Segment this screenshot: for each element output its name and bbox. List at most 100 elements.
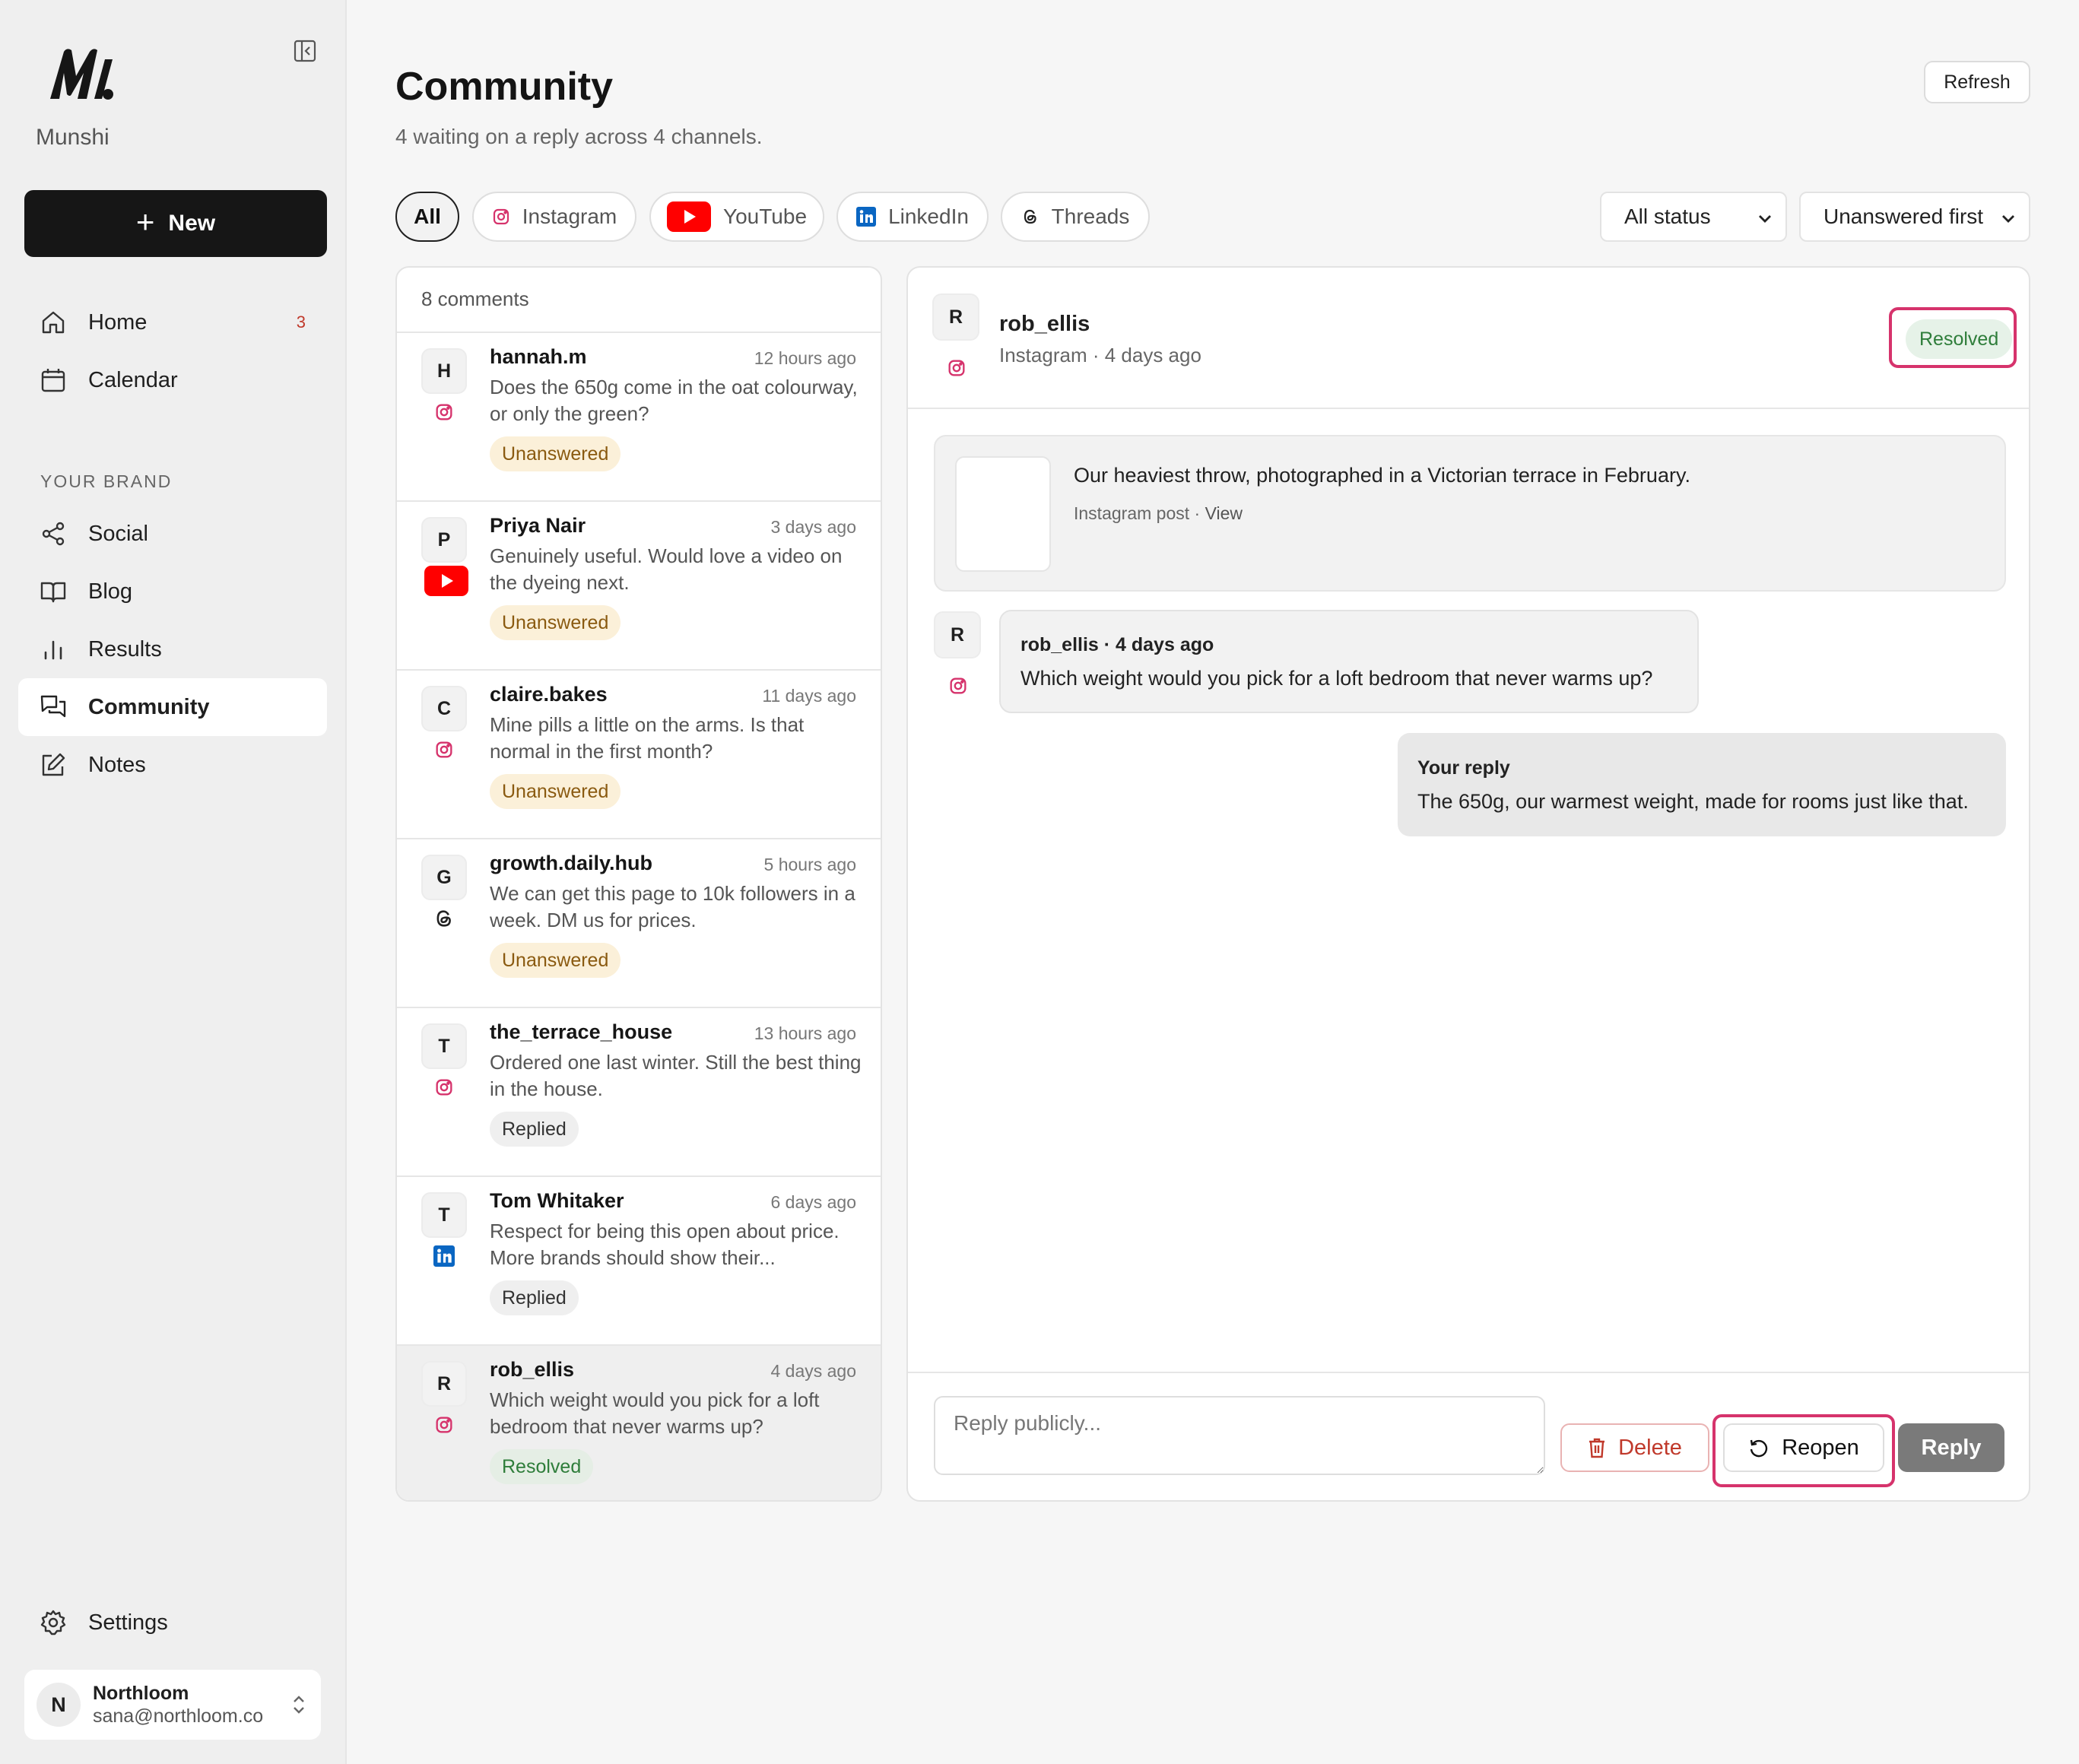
comment-text: Respect for being this open about price.… — [490, 1220, 840, 1269]
list-item[interactable]: G growth.daily.hub 5 hours ago We can ge… — [397, 839, 881, 1008]
comment-author: rob_ellis — [490, 1358, 575, 1381]
post-source: Instagram post · — [1074, 503, 1205, 523]
comment-time: 12 hours ago — [754, 348, 856, 368]
reply-input[interactable] — [934, 1396, 1545, 1475]
list-item[interactable]: T the_terrace_house 13 hours ago Ordered… — [397, 1008, 881, 1177]
comment-list: 8 comments H hannah.m 12 hours ago Does … — [395, 266, 882, 1502]
status-badge: Replied — [490, 1280, 579, 1315]
comment-author: hannah.m — [490, 345, 587, 368]
sidebar-item-blog[interactable]: Blog — [18, 563, 327, 620]
sort-select-value: Unanswered first — [1823, 205, 1984, 228]
sidebar-item-label: Community — [88, 694, 210, 719]
linkedin-icon — [856, 207, 877, 227]
sidebar-item-label: Settings — [88, 1610, 168, 1635]
filter-threads[interactable]: Threads — [1001, 192, 1150, 242]
refresh-button[interactable]: Refresh — [1924, 61, 2030, 103]
post-view-link[interactable]: View — [1205, 503, 1243, 523]
filter-label: Instagram — [522, 205, 617, 228]
sidebar: Munshi + New Home 3 Calendar YOUR BRAND … — [0, 0, 347, 1764]
page-subtitle: 4 waiting on a reply across 4 channels. — [395, 125, 763, 148]
comment-time: 6 days ago — [770, 1192, 856, 1212]
chat-icon — [40, 695, 66, 718]
detail-header: R rob_ellis Instagram · 4 days ago Resol… — [908, 268, 2029, 409]
reply-button[interactable]: Reply — [1898, 1423, 2004, 1472]
sidebar-item-calendar[interactable]: Calendar — [18, 351, 327, 409]
sidebar-item-social[interactable]: Social — [18, 505, 327, 563]
sidebar-item-notes[interactable]: Notes — [18, 736, 327, 794]
status-badge: Unanswered — [490, 943, 621, 978]
sidebar-item-community[interactable]: Community — [18, 678, 327, 736]
post-caption: Our heaviest throw, photographed in a Vi… — [1074, 464, 1690, 487]
account-switcher[interactable]: N Northloom sana@northloom.co — [24, 1670, 321, 1740]
list-item-selected[interactable]: R rob_ellis 4 days ago Which weight woul… — [397, 1346, 881, 1500]
sort-select[interactable]: Unanswered first — [1799, 192, 2030, 242]
gear-icon — [40, 1610, 66, 1636]
avatar: T — [421, 1192, 467, 1238]
threads-icon — [1024, 209, 1036, 224]
avatar: G — [421, 855, 467, 900]
home-count-badge: 3 — [296, 313, 306, 332]
plus-icon: + — [135, 204, 155, 240]
reopen-button[interactable]: Reopen — [1723, 1423, 1884, 1472]
list-item[interactable]: P Priya Nair 3 days ago Genuinely useful… — [397, 502, 881, 671]
comment-text: Which weight would you pick for a loft b… — [490, 1388, 820, 1438]
list-item[interactable]: H hannah.m 12 hours ago Does the 650g co… — [397, 333, 881, 502]
chevron-up-down-icon — [294, 1696, 304, 1714]
filter-label: Threads — [1051, 205, 1130, 228]
filter-all[interactable]: All — [395, 192, 459, 242]
sidebar-item-results[interactable]: Results — [18, 620, 327, 678]
calendar-icon — [41, 369, 65, 392]
comment-author: the_terrace_house — [490, 1020, 673, 1043]
chevron-down-icon — [1759, 215, 1771, 223]
comment-byline: rob_ellis · 4 days ago — [1020, 634, 1214, 655]
comment-text: Mine pills a little on the arms. Is that… — [490, 713, 805, 763]
home-icon — [42, 311, 65, 334]
instagram-icon — [436, 404, 452, 420]
avatar: T — [421, 1023, 467, 1069]
sidebar-item-label: Blog — [88, 579, 133, 604]
list-item[interactable]: C claire.bakes 11 days ago Mine pills a … — [397, 671, 881, 839]
filter-label: LinkedIn — [888, 205, 969, 228]
reply-byline: Your reply — [1417, 757, 1510, 779]
instagram-icon — [948, 360, 965, 376]
sidebar-item-label: Calendar — [88, 367, 178, 392]
filter-label: All — [414, 205, 441, 228]
comment-author: claire.bakes — [490, 683, 608, 706]
your-reply: Your reply The 650g, our warmest weight,… — [1398, 733, 2006, 836]
list-item[interactable]: T Tom Whitaker 6 days ago Respect for be… — [397, 1177, 881, 1346]
incoming-comment: rob_ellis · 4 days ago Which weight woul… — [999, 610, 1699, 713]
avatar: R — [934, 611, 981, 658]
filter-linkedin[interactable]: LinkedIn — [836, 192, 989, 242]
collapse-sidebar-icon[interactable] — [294, 40, 316, 62]
detail-author: rob_ellis — [999, 312, 1090, 336]
comment-time: 3 days ago — [770, 517, 856, 537]
status-badge: Unanswered — [490, 774, 621, 809]
instagram-icon — [493, 208, 509, 225]
logo-icon — [50, 49, 113, 100]
delete-button[interactable]: Delete — [1560, 1423, 1709, 1472]
linkedin-icon — [433, 1245, 455, 1267]
filter-youtube[interactable]: YouTube — [649, 192, 824, 242]
comment-detail: R rob_ellis Instagram · 4 days ago Resol… — [906, 266, 2030, 1502]
new-button[interactable]: + New — [24, 190, 327, 257]
avatar: H — [421, 348, 467, 394]
sidebar-item-settings[interactable]: Settings — [18, 1594, 327, 1651]
status-badge: Resolved — [1906, 319, 2013, 359]
status-select[interactable]: All status — [1600, 192, 1787, 242]
instagram-icon — [436, 1417, 452, 1433]
comment-time: 4 days ago — [770, 1361, 856, 1381]
filter-instagram[interactable]: Instagram — [472, 192, 636, 242]
edit-icon — [42, 753, 65, 776]
post-thumbnail — [955, 456, 1051, 572]
new-button-label: New — [168, 211, 216, 236]
sidebar-item-label: Social — [88, 521, 148, 546]
post-card[interactable]: Our heaviest throw, photographed in a Vi… — [934, 435, 2006, 592]
comment-author: Tom Whitaker — [490, 1189, 624, 1212]
comment-time: 13 hours ago — [754, 1023, 856, 1043]
share-icon — [42, 522, 65, 546]
filter-label: YouTube — [722, 205, 808, 228]
sidebar-item-home[interactable]: Home 3 — [18, 293, 327, 351]
instagram-icon — [950, 677, 966, 694]
comment-count: 8 comments — [397, 268, 881, 333]
status-select-value: All status — [1624, 205, 1711, 228]
